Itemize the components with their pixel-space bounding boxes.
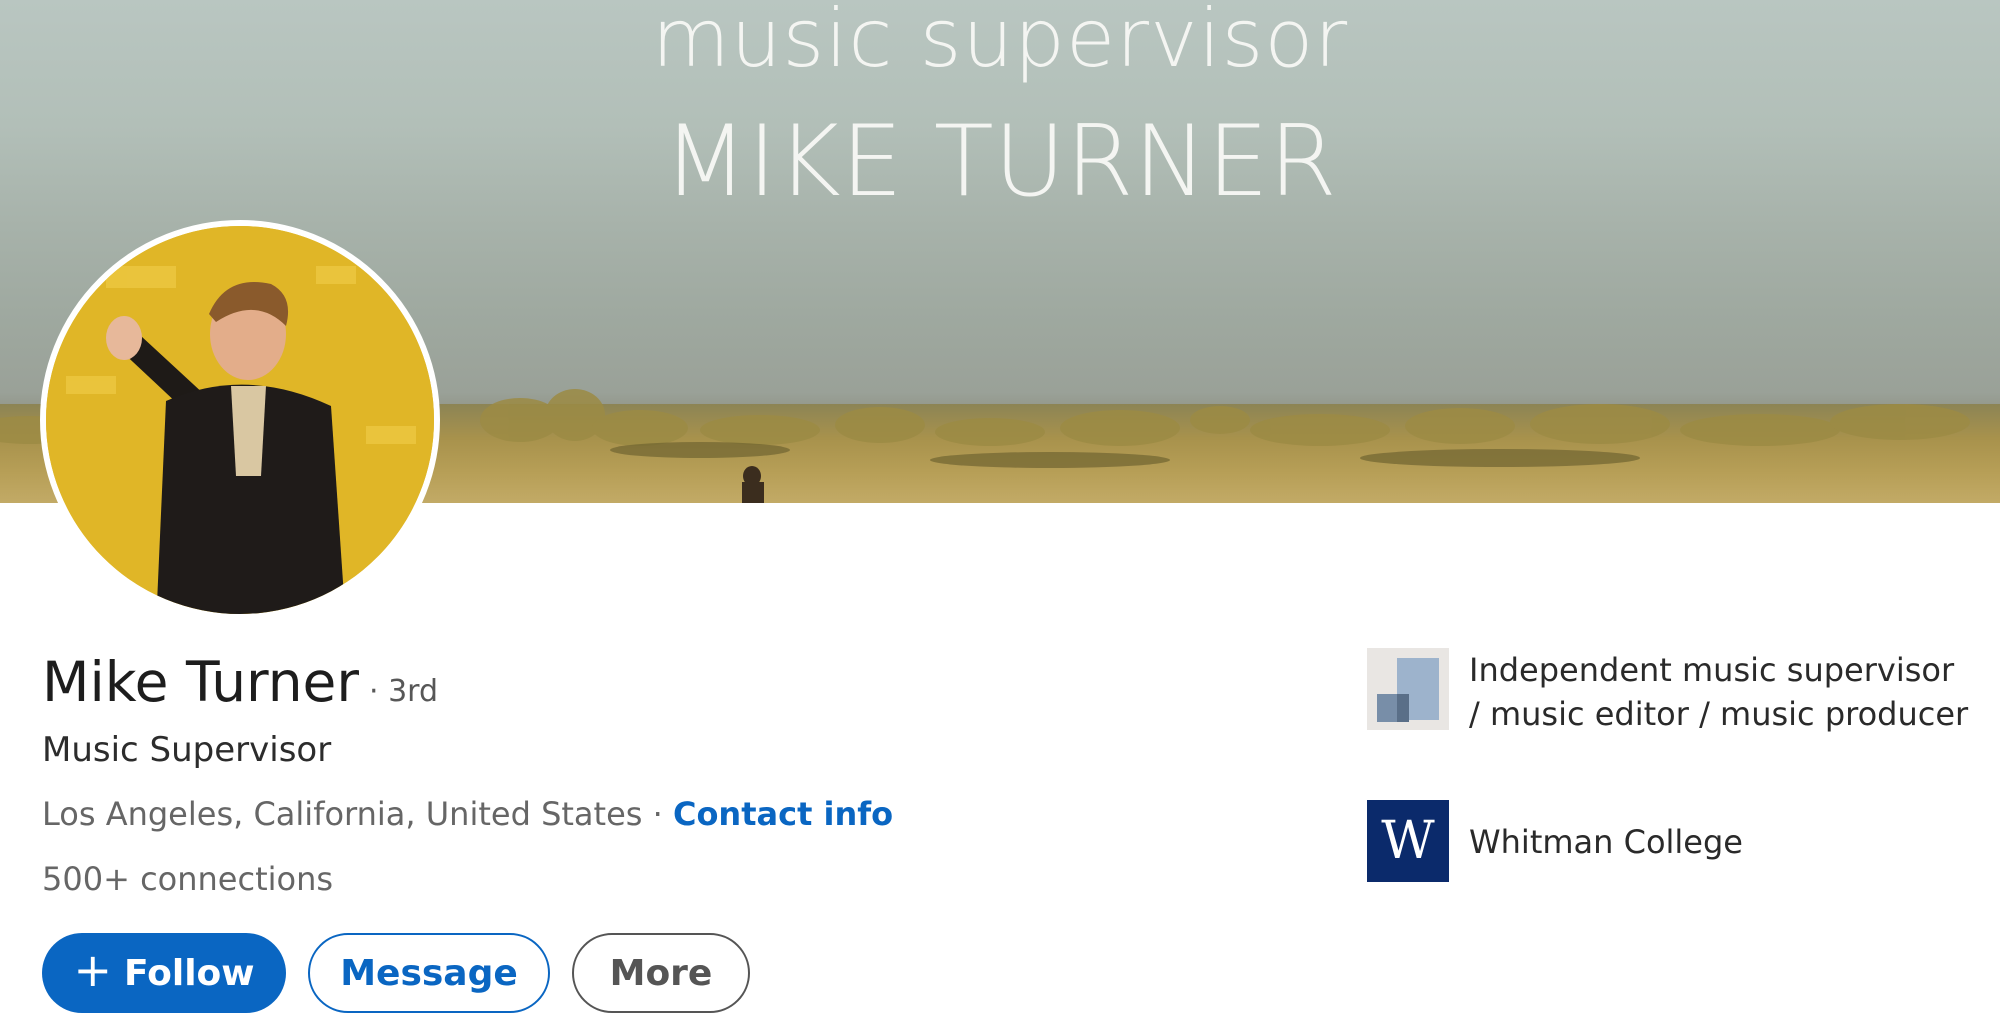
more-button[interactable]: More <box>572 933 750 1013</box>
profile-name: Mike Turner <box>42 650 360 714</box>
banner-subtitle: music supervisor <box>651 0 1349 85</box>
message-button-label: Message <box>340 952 518 994</box>
school-logo-icon: W <box>1367 800 1449 882</box>
follow-button[interactable]: + Follow <box>42 933 286 1013</box>
plus-icon: + <box>73 943 112 997</box>
avatar-photo <box>46 226 434 614</box>
message-button[interactable]: Message <box>308 933 550 1013</box>
location-separator: · <box>642 795 673 833</box>
profile-headline: Music Supervisor <box>42 730 332 770</box>
company-logo-icon <box>1367 648 1449 730</box>
profile-actions: + Follow Message More <box>42 933 750 1013</box>
profile-location: Los Angeles, California, United States <box>42 795 643 833</box>
follow-button-label: Follow <box>124 952 255 994</box>
location-row: Los Angeles, California, United States ·… <box>42 795 893 833</box>
current-company-name: Independent music supervisor / music edi… <box>1469 651 1969 733</box>
connection-degree-badge: · 3rd <box>369 674 439 709</box>
connections-count[interactable]: 500+ connections <box>42 860 333 898</box>
banner-title: MIKE TURNER <box>663 105 1337 219</box>
current-company-item[interactable]: Independent music supervisor / music edi… <box>1367 648 1969 736</box>
name-row: Mike Turner · 3rd <box>42 650 438 714</box>
profile-page: music supervisor MIKE TURNER Mike Turner… <box>0 0 2000 1030</box>
profile-avatar[interactable] <box>40 220 440 620</box>
education-item[interactable]: W Whitman College <box>1367 800 1969 882</box>
more-button-label: More <box>609 952 713 994</box>
contact-info-link[interactable]: Contact info <box>673 795 893 833</box>
school-name: Whitman College <box>1469 823 1743 861</box>
